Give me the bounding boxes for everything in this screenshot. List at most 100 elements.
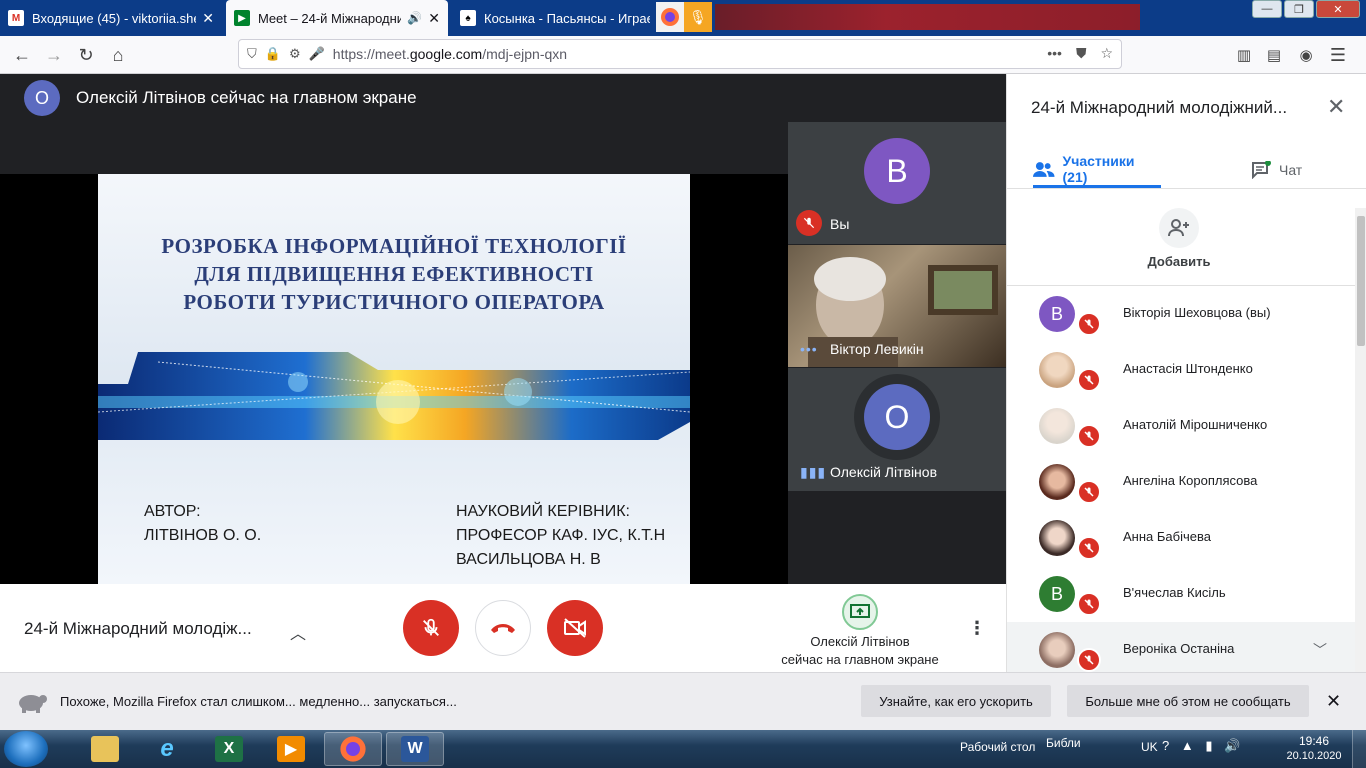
meet-main: О Олексій Літвінов сейчас на главном экр… xyxy=(0,74,1006,672)
library-icon[interactable]: ▥ xyxy=(1230,41,1258,69)
chevron-up-icon[interactable]: ︿ xyxy=(290,620,306,644)
dont-show-again-button[interactable]: Больше мне об этом не сообщать xyxy=(1067,685,1309,717)
speaker-icon[interactable]: 🔊 xyxy=(407,11,422,25)
mic-off-icon xyxy=(1077,480,1101,504)
tile-name: Віктор Левикін xyxy=(830,341,924,357)
blurred-region xyxy=(715,4,1140,30)
close-icon[interactable]: ✕ xyxy=(1326,691,1341,712)
mic-off-icon xyxy=(423,618,439,636)
tab-participants-label: Участники (21) xyxy=(1062,152,1135,185)
participant-row[interactable]: Анна Бабічева xyxy=(1007,510,1355,566)
permissions-icon[interactable]: ⚙ xyxy=(289,46,301,62)
tab-label: Косынка - Пасьянсы - Играем xyxy=(484,10,650,26)
close-window-icon[interactable]: ✕ xyxy=(1316,0,1360,18)
more-options-icon[interactable]: ⋮ xyxy=(968,618,986,639)
start-button[interactable] xyxy=(4,731,48,767)
participant-name: Анастасія Штонденко xyxy=(1123,361,1253,376)
lock-icon[interactable]: 🔒 xyxy=(265,46,281,62)
explorer-taskbar-button[interactable] xyxy=(76,732,134,766)
tab-label: Входящие (45) - viktoriia.shekh xyxy=(32,10,197,26)
avatar xyxy=(1039,352,1075,388)
slide-title-line: ДЛЯ ПІДВИЩЕННЯ ЕФЕКТИВНОСТІ xyxy=(194,262,594,286)
url-path: /mdj-ejpn-qxn xyxy=(482,46,568,62)
navigation-bar: ← → ↻ ⌂ ⛉ 🔒 ⚙ 🎤 https://meet. google.com /… xyxy=(0,36,1366,74)
back-icon[interactable]: ← xyxy=(8,41,36,69)
avatar: В xyxy=(1039,576,1075,612)
microphone-icon[interactable]: 🎙 xyxy=(684,2,712,32)
excel-taskbar-button[interactable]: X xyxy=(200,732,258,766)
avatar xyxy=(1039,408,1075,444)
minimize-icon[interactable]: — xyxy=(1252,0,1282,18)
shield-icon[interactable]: ⛉ xyxy=(247,46,257,62)
media-player-icon: ▶ xyxy=(277,736,305,762)
sidebar-icon[interactable]: ▤ xyxy=(1260,41,1288,69)
tab-gmail[interactable]: M Входящие (45) - viktoriia.shekh ✕ xyxy=(0,0,222,36)
bookmark-star-icon[interactable]: ☆ xyxy=(1100,45,1113,62)
excel-icon: X xyxy=(215,736,243,762)
camera-toggle-button[interactable] xyxy=(547,600,603,656)
participant-tile-self[interactable]: В Вы xyxy=(788,122,1006,244)
firefox-overlay: 🎙 xyxy=(656,2,712,32)
avatar: В xyxy=(1039,296,1075,332)
system-tray-icons[interactable]: ? ▲ ▮ 🔊 xyxy=(1162,738,1244,754)
desktop-toolbar-label[interactable]: Рабочий стол xyxy=(960,740,1035,754)
close-icon[interactable]: ✕ xyxy=(202,10,214,27)
close-icon[interactable]: ✕ xyxy=(428,10,440,27)
add-person-button[interactable] xyxy=(1159,208,1199,248)
home-icon[interactable]: ⌂ xyxy=(104,41,132,69)
meeting-title[interactable]: 24-й Міжнародний молодіж... xyxy=(24,619,252,639)
speed-up-button[interactable]: Узнайте, как его ускорить xyxy=(861,685,1051,717)
add-person-label[interactable]: Добавить xyxy=(1119,254,1239,269)
url-bar[interactable]: ⛉ 🔒 ⚙ 🎤 https://meet. google.com/mdj-ejpn… xyxy=(238,39,1122,69)
tab-solitaire[interactable]: ♠ Косынка - Пасьянсы - Играем xyxy=(452,0,658,36)
divider xyxy=(1007,188,1366,189)
show-desktop-button[interactable] xyxy=(1352,730,1366,768)
libraries-toolbar-label[interactable]: Библи xyxy=(1046,736,1081,750)
participant-name: Вікторія Шеховцова (вы) xyxy=(1123,305,1271,320)
participant-name: В'ячеслав Кисіль xyxy=(1123,585,1226,600)
participant-row[interactable]: Ангеліна Короплясова xyxy=(1007,454,1355,510)
microphone-toggle-button[interactable] xyxy=(403,600,459,656)
participant-row[interactable]: Вероніка Останіна ﹀ xyxy=(1007,622,1355,672)
speaking-indicator-icon: ••• xyxy=(800,341,818,357)
participant-row[interactable]: Анатолій Мірошниченко xyxy=(1007,398,1355,454)
participant-name: Ангеліна Короплясова xyxy=(1123,473,1258,488)
participant-tile-video[interactable]: ••• Віктор Левикін xyxy=(788,245,1006,367)
avatar: О xyxy=(864,384,930,450)
clock-date[interactable]: 20.10.2020 xyxy=(1284,750,1344,762)
participant-row[interactable]: В В'ячеслав Кисіль xyxy=(1007,566,1355,622)
tab-participants[interactable]: Участники (21) xyxy=(1033,152,1161,188)
restore-icon[interactable]: ❐ xyxy=(1284,0,1314,18)
folder-icon xyxy=(91,736,119,762)
mic-off-icon xyxy=(1077,424,1101,448)
media-player-taskbar-button[interactable]: ▶ xyxy=(262,732,320,766)
language-indicator[interactable]: UK xyxy=(1141,740,1158,754)
microphone-icon[interactable]: 🎤 xyxy=(309,46,325,62)
firefox-icon[interactable] xyxy=(656,2,684,32)
participant-row[interactable]: Анастасія Штонденко xyxy=(1007,342,1355,398)
tab-meet[interactable]: ▶ Meet – 24-й Міжнародний 🔊 ✕ xyxy=(226,0,448,36)
scrollbar[interactable] xyxy=(1355,208,1366,672)
close-icon[interactable]: ✕ xyxy=(1327,94,1345,120)
tab-label: Meet – 24-й Міжнародний xyxy=(258,10,402,26)
firefox-taskbar-button[interactable] xyxy=(324,732,382,766)
forward-icon[interactable]: → xyxy=(40,41,68,69)
clock-time[interactable]: 19:46 xyxy=(1284,734,1344,748)
ie-taskbar-button[interactable]: e xyxy=(138,732,196,766)
account-icon[interactable]: ◉ xyxy=(1292,41,1320,69)
participant-tile-presenter[interactable]: О ▮▮▮ Олексій Літвінов xyxy=(788,368,1006,491)
tile-name: Олексій Літвінов xyxy=(830,464,938,480)
word-taskbar-button[interactable]: W xyxy=(386,732,444,766)
pocket-icon[interactable]: ⛊ xyxy=(1076,45,1087,62)
reload-icon[interactable]: ↻ xyxy=(72,41,100,69)
tab-chat[interactable]: Чат xyxy=(1251,152,1302,188)
present-screen-icon[interactable] xyxy=(842,594,878,630)
hang-up-button[interactable] xyxy=(475,600,531,656)
page-actions-icon[interactable]: ••• xyxy=(1047,45,1062,62)
participant-row[interactable]: В Вікторія Шеховцова (вы) xyxy=(1007,286,1355,342)
slide-supervisor-label: НАУКОВИЙ КЕРІВНИК: xyxy=(456,503,630,520)
menu-icon[interactable]: ☰ xyxy=(1324,41,1352,69)
chevron-down-icon[interactable]: ﹀ xyxy=(1313,640,1327,660)
tile-name: Вы xyxy=(830,216,850,232)
scrollbar-thumb[interactable] xyxy=(1357,216,1365,346)
